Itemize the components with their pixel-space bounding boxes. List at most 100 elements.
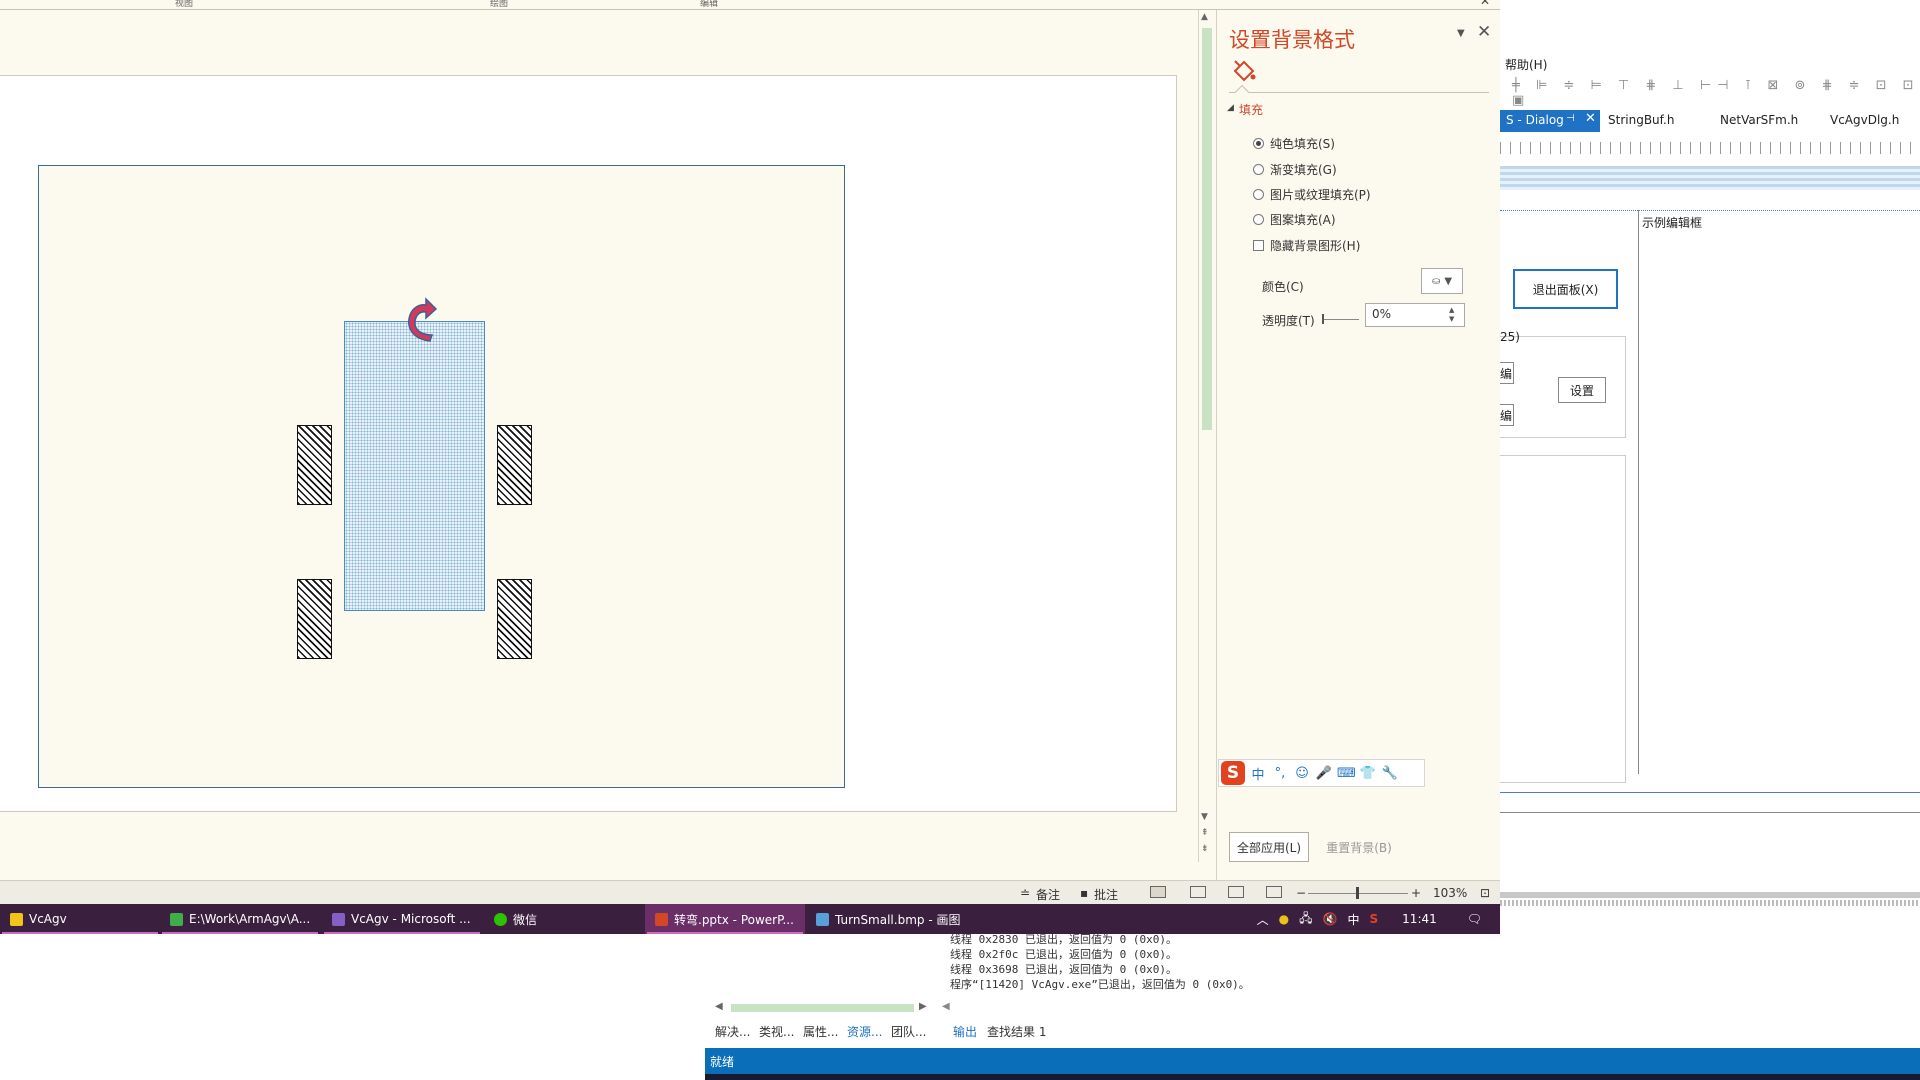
taskbar-item-explorer[interactable]: E:\Work\ArmAgv\A... (160, 904, 320, 934)
sogou-tray-icon[interactable]: S (1370, 912, 1379, 926)
security-icon[interactable]: ● (1279, 912, 1289, 926)
clock[interactable]: 11:41 (1402, 912, 1437, 926)
scroll-left-icon[interactable]: ◀ (715, 1001, 723, 1012)
folder-icon (10, 912, 23, 926)
option-gradient-fill[interactable]: 渐变填充(G) (1253, 161, 1337, 178)
splitter[interactable] (1500, 892, 1920, 898)
scroll-left-icon[interactable]: ◀ (942, 1001, 950, 1012)
exit-panel-button[interactable]: 退出面板(X) (1513, 269, 1618, 309)
tab-netvarsfm[interactable]: NetVarSFm.h (1720, 113, 1798, 127)
collapse-triangle-icon[interactable]: ◢ (1227, 103, 1234, 113)
zoom-slider-thumb[interactable] (1356, 887, 1359, 899)
scroll-up-icon[interactable]: ▲ (1201, 12, 1208, 22)
scrollbar-thumb[interactable] (1202, 28, 1212, 430)
close-icon[interactable]: ✕ (1585, 111, 1596, 126)
ime-mode-icon[interactable]: 中 (1249, 764, 1267, 783)
prev-slide-icon[interactable]: ⇞ (1201, 828, 1209, 838)
wheel-shape[interactable] (497, 579, 532, 659)
menu-help[interactable]: 帮助(H) (1505, 56, 1547, 73)
radio[interactable] (1253, 164, 1264, 175)
wrench-icon[interactable]: 🔧 (1381, 766, 1399, 781)
chevron-up-icon[interactable]: ︿ (1257, 911, 1269, 928)
fit-to-window-icon[interactable]: ⊡ (1480, 886, 1490, 900)
network-icon[interactable]: 🖧 (1299, 909, 1312, 930)
output-text[interactable]: 线程 0x2830 已退出，返回值为 0 (0x0)。 线程 0x2f0c 已退… (950, 932, 1250, 992)
slide-sorter-icon[interactable] (1190, 886, 1206, 898)
tab-solution-explorer[interactable]: 解决... (715, 1023, 750, 1040)
wheel-shape[interactable] (297, 425, 332, 505)
close-icon[interactable]: ✕ (1480, 0, 1490, 8)
taskbar-item-paint[interactable]: TurnSmall.bmp - 画图 (806, 904, 976, 934)
wheel-shape[interactable] (497, 425, 532, 505)
zoom-out-icon[interactable]: − (1296, 886, 1306, 900)
slide-editing-area[interactable] (0, 75, 1177, 812)
next-slide-icon[interactable]: ⇟ (1201, 844, 1209, 854)
tab-find-results[interactable]: 查找结果 1 (987, 1023, 1046, 1040)
taskbar-item-wechat[interactable]: 微信 (484, 904, 644, 934)
taskbar-item-vcagv[interactable]: VcAgv (0, 904, 160, 934)
sample-edit-box[interactable] (1638, 210, 1920, 774)
edit-control[interactable]: 编 (1500, 362, 1514, 384)
comments-button[interactable]: 批注 (1094, 886, 1118, 903)
notification-icon[interactable]: 🗨 (1467, 912, 1482, 926)
tab-dialog[interactable]: S - Dialog ⊣ ✕ (1500, 110, 1600, 132)
rotate-arrow-icon[interactable] (400, 293, 440, 345)
normal-view-icon[interactable] (1150, 886, 1166, 898)
notes-icon[interactable]: ≐ (1020, 886, 1030, 900)
volume-muted-icon[interactable]: 🔇 (1323, 912, 1338, 926)
edit-control[interactable]: 编 (1500, 404, 1514, 426)
spinner-icon[interactable]: ▲ ▼ (1449, 306, 1454, 324)
slideshow-icon[interactable] (1266, 886, 1282, 898)
tab-class-view[interactable]: 类视... (759, 1023, 794, 1040)
wheel-shape[interactable] (297, 579, 332, 659)
option-solid-fill[interactable]: 纯色填充(S) (1253, 135, 1335, 152)
color-picker-button[interactable]: ⛀ ▼ (1421, 268, 1463, 294)
option-picture-fill[interactable]: 图片或纹理填充(P) (1253, 186, 1371, 203)
notes-button[interactable]: 备注 (1036, 886, 1060, 903)
fill-section-header[interactable]: 填充 (1239, 101, 1263, 118)
zoom-in-icon[interactable]: + (1411, 886, 1421, 900)
tab-vcagvdlg[interactable]: VcAgvDlg.h (1830, 113, 1899, 127)
radio[interactable] (1253, 189, 1264, 200)
vertical-scrollbar[interactable]: ▲ ▼ ⇞ ⇟ (1198, 10, 1214, 862)
vehicle-body-shape[interactable] (344, 321, 485, 611)
set-button[interactable]: 设置 (1558, 377, 1606, 403)
radio-selected[interactable] (1253, 138, 1264, 149)
punctuation-icon[interactable]: °, (1271, 766, 1289, 781)
radio[interactable] (1253, 214, 1264, 225)
tray-ime-indicator[interactable]: 中 (1348, 911, 1360, 928)
paint-bucket-icon[interactable] (1231, 58, 1257, 84)
option-pattern-fill[interactable]: 图案填充(A) (1253, 211, 1336, 228)
microphone-icon[interactable]: 🎤 (1315, 766, 1333, 781)
tab-properties[interactable]: 属性... (803, 1023, 838, 1040)
taskbar-item-powerpoint[interactable]: 转弯.pptx - PowerP... (645, 904, 805, 934)
slide[interactable] (38, 165, 845, 788)
tab-stringbuf[interactable]: StringBuf.h (1608, 113, 1674, 127)
keyboard-icon[interactable]: ⌨ (1337, 766, 1356, 781)
tab-resource-view[interactable]: 资源... (847, 1023, 882, 1040)
taskbar-item-visual-studio[interactable]: VcAgv - Microsoft ... (322, 904, 482, 934)
zoom-level[interactable]: 103% (1433, 886, 1467, 900)
checkbox[interactable] (1253, 240, 1264, 251)
sogou-logo-icon[interactable]: S (1221, 761, 1245, 785)
close-icon[interactable]: ✕ (1477, 22, 1491, 42)
dialog-editor-toolbar[interactable]: ╪ ⊫ ≑ ⊨ ⊤ ⋕ ⊥ ⊢⊣ ⊺ ⊠ ⊚ ⋕ ≑ ⊡ ⊡ ▣ (1500, 78, 1920, 108)
emoji-icon[interactable]: ☺ (1293, 766, 1311, 781)
chevron-down-icon[interactable]: ▼ (1457, 28, 1465, 39)
skin-icon[interactable]: 👕 (1359, 766, 1377, 781)
option-hide-background-graphics[interactable]: 隐藏背景图形(H) (1253, 237, 1360, 254)
pin-icon[interactable]: ⊣ (1566, 113, 1575, 124)
horizontal-scrollbar[interactable] (731, 1004, 914, 1012)
tab-team-explorer[interactable]: 团队... (891, 1023, 926, 1040)
slider-thumb[interactable] (1322, 314, 1324, 324)
tab-output[interactable]: 输出 (953, 1023, 977, 1040)
reset-background-button[interactable]: 重置背景(B) (1317, 832, 1401, 862)
transparency-slider[interactable] (1323, 319, 1359, 320)
scroll-down-icon[interactable]: ▼ (1201, 812, 1208, 822)
apply-to-all-button[interactable]: 全部应用(L) (1229, 832, 1309, 862)
scroll-right-icon[interactable]: ▶ (919, 1001, 927, 1012)
comment-icon[interactable]: ▪ (1080, 886, 1088, 900)
splitter-grip[interactable] (1500, 900, 1920, 906)
group-box[interactable] (1500, 455, 1626, 783)
reading-view-icon[interactable] (1228, 886, 1244, 898)
